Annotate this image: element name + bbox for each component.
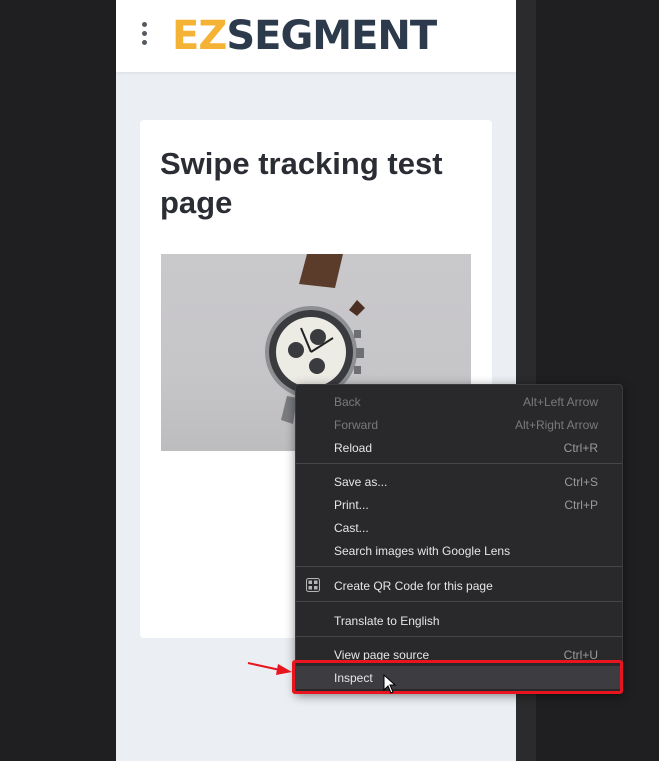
red-arrow-icon [247, 662, 292, 675]
site-logo[interactable]: EZSEGMENT [172, 13, 437, 59]
menu-item-label: Forward [334, 418, 379, 432]
menu-item-label: Cast... [334, 521, 369, 535]
more-options-icon[interactable] [140, 22, 150, 48]
menu-separator [296, 566, 622, 567]
menu-item-save-as[interactable]: Save as... Ctrl+S [296, 470, 622, 493]
context-menu: Back Alt+Left Arrow Forward Alt+Right Ar… [295, 384, 623, 694]
menu-item-cast[interactable]: Cast... [296, 516, 622, 539]
menu-item-label: Reload [334, 441, 373, 455]
menu-item-shortcut: Alt+Left Arrow [522, 395, 598, 409]
menu-item-reload[interactable]: Reload Ctrl+R [296, 436, 622, 459]
qr-code-icon [306, 578, 320, 592]
menu-item-shortcut: Ctrl+P [564, 498, 598, 512]
mouse-cursor-icon [383, 674, 397, 694]
menu-item-shortcut: Ctrl+S [564, 475, 598, 489]
menu-item-label: Print... [334, 498, 369, 512]
menu-item-label: Search images with Google Lens [334, 544, 511, 558]
menu-separator [296, 601, 622, 602]
logo-part-ez: EZ [172, 13, 227, 59]
menu-item-label: Back [334, 395, 361, 409]
logo-part-segment: SEGMENT [226, 13, 437, 59]
menu-item-forward[interactable]: Forward Alt+Right Arrow [296, 413, 622, 436]
menu-item-translate[interactable]: Translate to English [296, 609, 622, 632]
page-title: Swipe tracking test page [160, 146, 443, 220]
menu-item-back[interactable]: Back Alt+Left Arrow [296, 390, 622, 413]
menu-item-label: Create QR Code for this page [334, 579, 493, 593]
menu-item-google-lens[interactable]: Search images with Google Lens [296, 539, 622, 562]
menu-separator [296, 636, 622, 637]
menu-item-label: Save as... [334, 475, 388, 489]
menu-item-shortcut: Ctrl+R [563, 441, 598, 455]
menu-item-label: Translate to English [334, 614, 440, 628]
menu-separator [296, 463, 622, 464]
inspect-highlight-box [292, 660, 623, 694]
menu-item-create-qr-code[interactable]: Create QR Code for this page [296, 574, 622, 597]
site-header: EZSEGMENT [116, 0, 516, 72]
menu-item-print[interactable]: Print... Ctrl+P [296, 493, 622, 516]
menu-item-shortcut: Alt+Right Arrow [514, 418, 598, 432]
